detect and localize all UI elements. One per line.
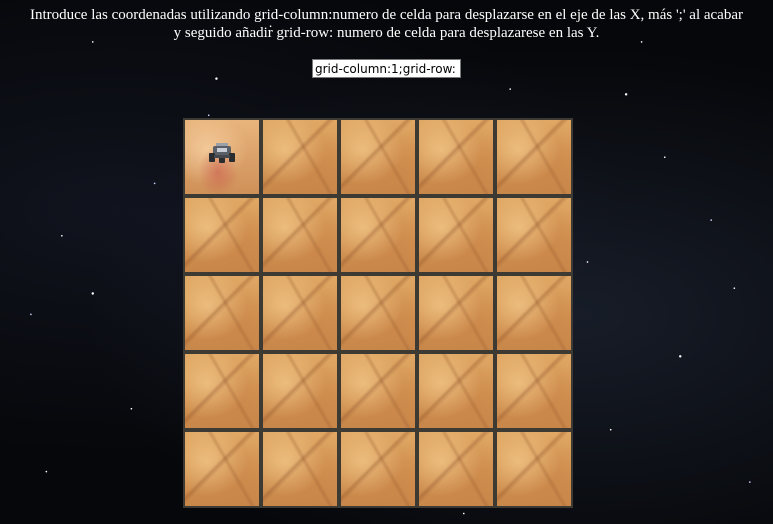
grid-cell-5-5 <box>495 430 573 508</box>
grid-cell-2-2 <box>261 196 339 274</box>
grid-cell-5-3 <box>495 274 573 352</box>
grid-cell-2-3 <box>261 274 339 352</box>
instructions-line-2: y seguido añadir grid-row: numero de cel… <box>173 25 600 41</box>
grid-cell-2-5 <box>261 430 339 508</box>
grid-cell-3-2 <box>339 196 417 274</box>
grid-cell-4-2 <box>417 196 495 274</box>
grid-cell-1-1 <box>183 118 261 196</box>
grid-cell-4-5 <box>417 430 495 508</box>
grid-cell-2-1 <box>261 118 339 196</box>
grid-cell-1-4 <box>183 352 261 430</box>
grid-cell-1-5 <box>183 430 261 508</box>
coordinates-input[interactable] <box>312 59 461 78</box>
grid-cell-3-5 <box>339 430 417 508</box>
grid-cell-3-4 <box>339 352 417 430</box>
instructions-line-1: Introduce las coordenadas utilizando gri… <box>29 7 743 23</box>
grid-cell-3-1 <box>339 118 417 196</box>
grid-cell-4-1 <box>417 118 495 196</box>
instructions-text: Introduce las coordenadas utilizando gri… <box>0 6 773 42</box>
grid-cell-2-4 <box>261 352 339 430</box>
grid-cell-5-1 <box>495 118 573 196</box>
grid-cell-5-2 <box>495 196 573 274</box>
grid-cell-4-4 <box>417 352 495 430</box>
grid-cell-5-4 <box>495 352 573 430</box>
grid-cell-1-3 <box>183 274 261 352</box>
grid-cell-1-2 <box>183 196 261 274</box>
rover-icon <box>209 143 235 163</box>
terrain-grid <box>183 118 573 508</box>
grid-cell-4-3 <box>417 274 495 352</box>
grid-cell-3-3 <box>339 274 417 352</box>
input-container <box>0 59 773 78</box>
